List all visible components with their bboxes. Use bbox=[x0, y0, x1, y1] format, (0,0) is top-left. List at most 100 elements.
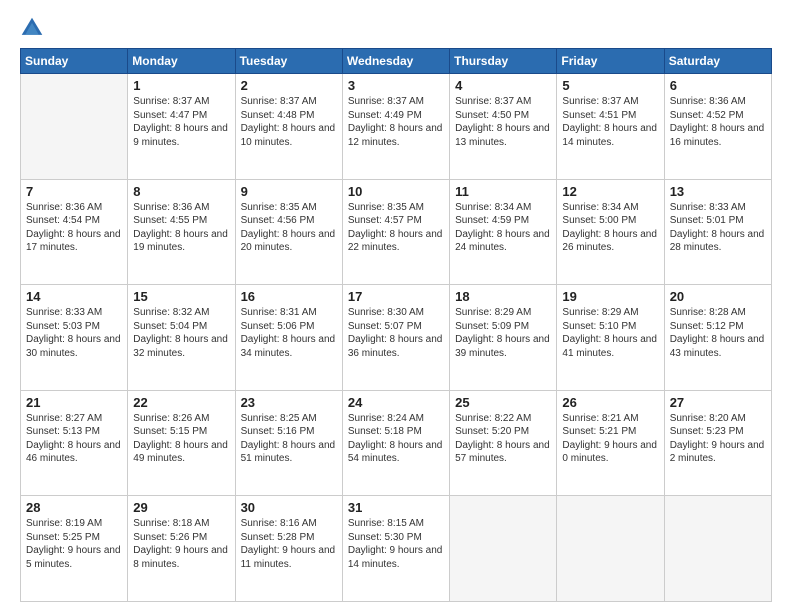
calendar-cell: 8 Sunrise: 8:36 AM Sunset: 4:55 PM Daylig… bbox=[128, 179, 235, 285]
day-number: 13 bbox=[670, 184, 766, 199]
calendar-cell: 30 Sunrise: 8:16 AM Sunset: 5:28 PM Dayli… bbox=[235, 496, 342, 602]
day-number: 7 bbox=[26, 184, 122, 199]
logo-icon bbox=[20, 16, 44, 40]
calendar-cell: 1Sunrise: 8:37 AM Sunset: 4:47 PM Daylig… bbox=[128, 74, 235, 180]
calendar-cell: 22Sunrise: 8:26 AM Sunset: 5:15 PM Dayli… bbox=[128, 390, 235, 496]
day-detail: Sunrise: 8:29 AM Sunset: 5:10 PM Dayligh… bbox=[562, 306, 658, 360]
day-detail: Sunrise: 8:36 AM Sunset: 4:52 PM Dayligh… bbox=[670, 95, 766, 149]
calendar-cell bbox=[21, 74, 128, 180]
day-number: 20 bbox=[670, 289, 766, 304]
day-number: 18 bbox=[455, 289, 551, 304]
day-number: 6 bbox=[670, 78, 766, 93]
day-detail: Sunrise: 8:29 AM Sunset: 5:09 PM Dayligh… bbox=[455, 306, 551, 360]
day-detail: Sunrise: 8:27 AM Sunset: 5:13 PM Dayligh… bbox=[26, 412, 122, 466]
calendar-cell: 24Sunrise: 8:24 AM Sunset: 5:18 PM Dayli… bbox=[342, 390, 449, 496]
calendar-cell: 3Sunrise: 8:37 AM Sunset: 4:49 PM Daylig… bbox=[342, 74, 449, 180]
calendar-week-row: 14 Sunrise: 8:33 AM Sunset: 5:03 PM Dayli… bbox=[21, 285, 772, 391]
day-number: 10 bbox=[348, 184, 444, 199]
day-detail: Sunrise: 8:26 AM Sunset: 5:15 PM Dayligh… bbox=[133, 412, 229, 466]
day-number: 26 bbox=[562, 395, 658, 410]
calendar-cell: 19 Sunrise: 8:29 AM Sunset: 5:10 PM Dayli… bbox=[557, 285, 664, 391]
day-detail: Sunrise: 8:25 AM Sunset: 5:16 PM Dayligh… bbox=[241, 412, 337, 466]
calendar-cell: 11 Sunrise: 8:34 AM Sunset: 4:59 PM Dayli… bbox=[450, 179, 557, 285]
day-detail: Sunrise: 8:33 AM Sunset: 5:03 PM Dayligh… bbox=[26, 306, 122, 360]
day-detail: Sunrise: 8:28 AM Sunset: 5:12 PM Dayligh… bbox=[670, 306, 766, 360]
day-number: 14 bbox=[26, 289, 122, 304]
calendar-cell bbox=[450, 496, 557, 602]
calendar-cell: 26 Sunrise: 8:21 AM Sunset: 5:21 PM Dayli… bbox=[557, 390, 664, 496]
day-detail: Sunrise: 8:34 AM Sunset: 4:59 PM Dayligh… bbox=[455, 201, 551, 255]
calendar-week-row: 28 Sunrise: 8:19 AM Sunset: 5:25 PM Dayli… bbox=[21, 496, 772, 602]
day-number: 11 bbox=[455, 184, 551, 199]
day-detail: Sunrise: 8:36 AM Sunset: 4:55 PM Dayligh… bbox=[133, 201, 229, 255]
day-number: 2 bbox=[241, 78, 337, 93]
weekday-header: Sunday bbox=[21, 49, 128, 74]
calendar-cell: 27Sunrise: 8:20 AM Sunset: 5:23 PM Dayli… bbox=[664, 390, 771, 496]
day-number: 23 bbox=[241, 395, 337, 410]
day-number: 30 bbox=[241, 500, 337, 515]
day-number: 19 bbox=[562, 289, 658, 304]
calendar-cell: 29 Sunrise: 8:18 AM Sunset: 5:26 PM Dayli… bbox=[128, 496, 235, 602]
calendar-cell: 12 Sunrise: 8:34 AM Sunset: 5:00 PM Dayli… bbox=[557, 179, 664, 285]
day-detail: Sunrise: 8:20 AM Sunset: 5:23 PM Dayligh… bbox=[670, 412, 766, 466]
day-detail: Sunrise: 8:37 AM Sunset: 4:51 PM Dayligh… bbox=[562, 95, 658, 149]
weekday-header: Thursday bbox=[450, 49, 557, 74]
day-number: 16 bbox=[241, 289, 337, 304]
day-number: 17 bbox=[348, 289, 444, 304]
day-number: 5 bbox=[562, 78, 658, 93]
day-detail: Sunrise: 8:18 AM Sunset: 5:26 PM Dayligh… bbox=[133, 517, 229, 571]
day-detail: Sunrise: 8:34 AM Sunset: 5:00 PM Dayligh… bbox=[562, 201, 658, 255]
calendar-cell: 20 Sunrise: 8:28 AM Sunset: 5:12 PM Dayli… bbox=[664, 285, 771, 391]
day-detail: Sunrise: 8:22 AM Sunset: 5:20 PM Dayligh… bbox=[455, 412, 551, 466]
page-header bbox=[20, 16, 772, 40]
calendar-cell: 25Sunrise: 8:22 AM Sunset: 5:20 PM Dayli… bbox=[450, 390, 557, 496]
calendar-cell: 23 Sunrise: 8:25 AM Sunset: 5:16 PM Dayli… bbox=[235, 390, 342, 496]
day-detail: Sunrise: 8:37 AM Sunset: 4:50 PM Dayligh… bbox=[455, 95, 551, 149]
day-detail: Sunrise: 8:19 AM Sunset: 5:25 PM Dayligh… bbox=[26, 517, 122, 571]
calendar-cell: 9Sunrise: 8:35 AM Sunset: 4:56 PM Daylig… bbox=[235, 179, 342, 285]
day-detail: Sunrise: 8:36 AM Sunset: 4:54 PM Dayligh… bbox=[26, 201, 122, 255]
calendar-cell: 21 Sunrise: 8:27 AM Sunset: 5:13 PM Dayli… bbox=[21, 390, 128, 496]
day-number: 4 bbox=[455, 78, 551, 93]
weekday-header: Saturday bbox=[664, 49, 771, 74]
weekday-header: Tuesday bbox=[235, 49, 342, 74]
calendar-cell: 7 Sunrise: 8:36 AM Sunset: 4:54 PM Daylig… bbox=[21, 179, 128, 285]
day-number: 15 bbox=[133, 289, 229, 304]
calendar-cell bbox=[557, 496, 664, 602]
day-number: 1 bbox=[133, 78, 229, 93]
calendar-week-row: 21 Sunrise: 8:27 AM Sunset: 5:13 PM Dayli… bbox=[21, 390, 772, 496]
logo bbox=[20, 16, 48, 40]
calendar-cell: 17 Sunrise: 8:30 AM Sunset: 5:07 PM Dayli… bbox=[342, 285, 449, 391]
day-number: 29 bbox=[133, 500, 229, 515]
calendar-cell: 10Sunrise: 8:35 AM Sunset: 4:57 PM Dayli… bbox=[342, 179, 449, 285]
weekday-header: Friday bbox=[557, 49, 664, 74]
day-detail: Sunrise: 8:16 AM Sunset: 5:28 PM Dayligh… bbox=[241, 517, 337, 571]
day-number: 31 bbox=[348, 500, 444, 515]
calendar-cell: 31Sunrise: 8:15 AM Sunset: 5:30 PM Dayli… bbox=[342, 496, 449, 602]
weekday-header: Monday bbox=[128, 49, 235, 74]
calendar-cell: 6 Sunrise: 8:36 AM Sunset: 4:52 PM Daylig… bbox=[664, 74, 771, 180]
calendar-cell: 4 Sunrise: 8:37 AM Sunset: 4:50 PM Daylig… bbox=[450, 74, 557, 180]
day-detail: Sunrise: 8:24 AM Sunset: 5:18 PM Dayligh… bbox=[348, 412, 444, 466]
day-number: 8 bbox=[133, 184, 229, 199]
calendar-cell: 16 Sunrise: 8:31 AM Sunset: 5:06 PM Dayli… bbox=[235, 285, 342, 391]
day-detail: Sunrise: 8:30 AM Sunset: 5:07 PM Dayligh… bbox=[348, 306, 444, 360]
day-detail: Sunrise: 8:32 AM Sunset: 5:04 PM Dayligh… bbox=[133, 306, 229, 360]
day-detail: Sunrise: 8:33 AM Sunset: 5:01 PM Dayligh… bbox=[670, 201, 766, 255]
calendar-cell: 14 Sunrise: 8:33 AM Sunset: 5:03 PM Dayli… bbox=[21, 285, 128, 391]
calendar-cell: 13 Sunrise: 8:33 AM Sunset: 5:01 PM Dayli… bbox=[664, 179, 771, 285]
calendar-cell: 15 Sunrise: 8:32 AM Sunset: 5:04 PM Dayli… bbox=[128, 285, 235, 391]
calendar-cell bbox=[664, 496, 771, 602]
calendar-header-row: SundayMondayTuesdayWednesdayThursdayFrid… bbox=[21, 49, 772, 74]
day-detail: Sunrise: 8:21 AM Sunset: 5:21 PM Dayligh… bbox=[562, 412, 658, 466]
day-number: 12 bbox=[562, 184, 658, 199]
calendar-cell: 28 Sunrise: 8:19 AM Sunset: 5:25 PM Dayli… bbox=[21, 496, 128, 602]
day-detail: Sunrise: 8:37 AM Sunset: 4:48 PM Dayligh… bbox=[241, 95, 337, 149]
day-detail: Sunrise: 8:31 AM Sunset: 5:06 PM Dayligh… bbox=[241, 306, 337, 360]
day-number: 28 bbox=[26, 500, 122, 515]
weekday-header: Wednesday bbox=[342, 49, 449, 74]
calendar-week-row: 1Sunrise: 8:37 AM Sunset: 4:47 PM Daylig… bbox=[21, 74, 772, 180]
day-number: 21 bbox=[26, 395, 122, 410]
day-number: 3 bbox=[348, 78, 444, 93]
day-detail: Sunrise: 8:35 AM Sunset: 4:56 PM Dayligh… bbox=[241, 201, 337, 255]
